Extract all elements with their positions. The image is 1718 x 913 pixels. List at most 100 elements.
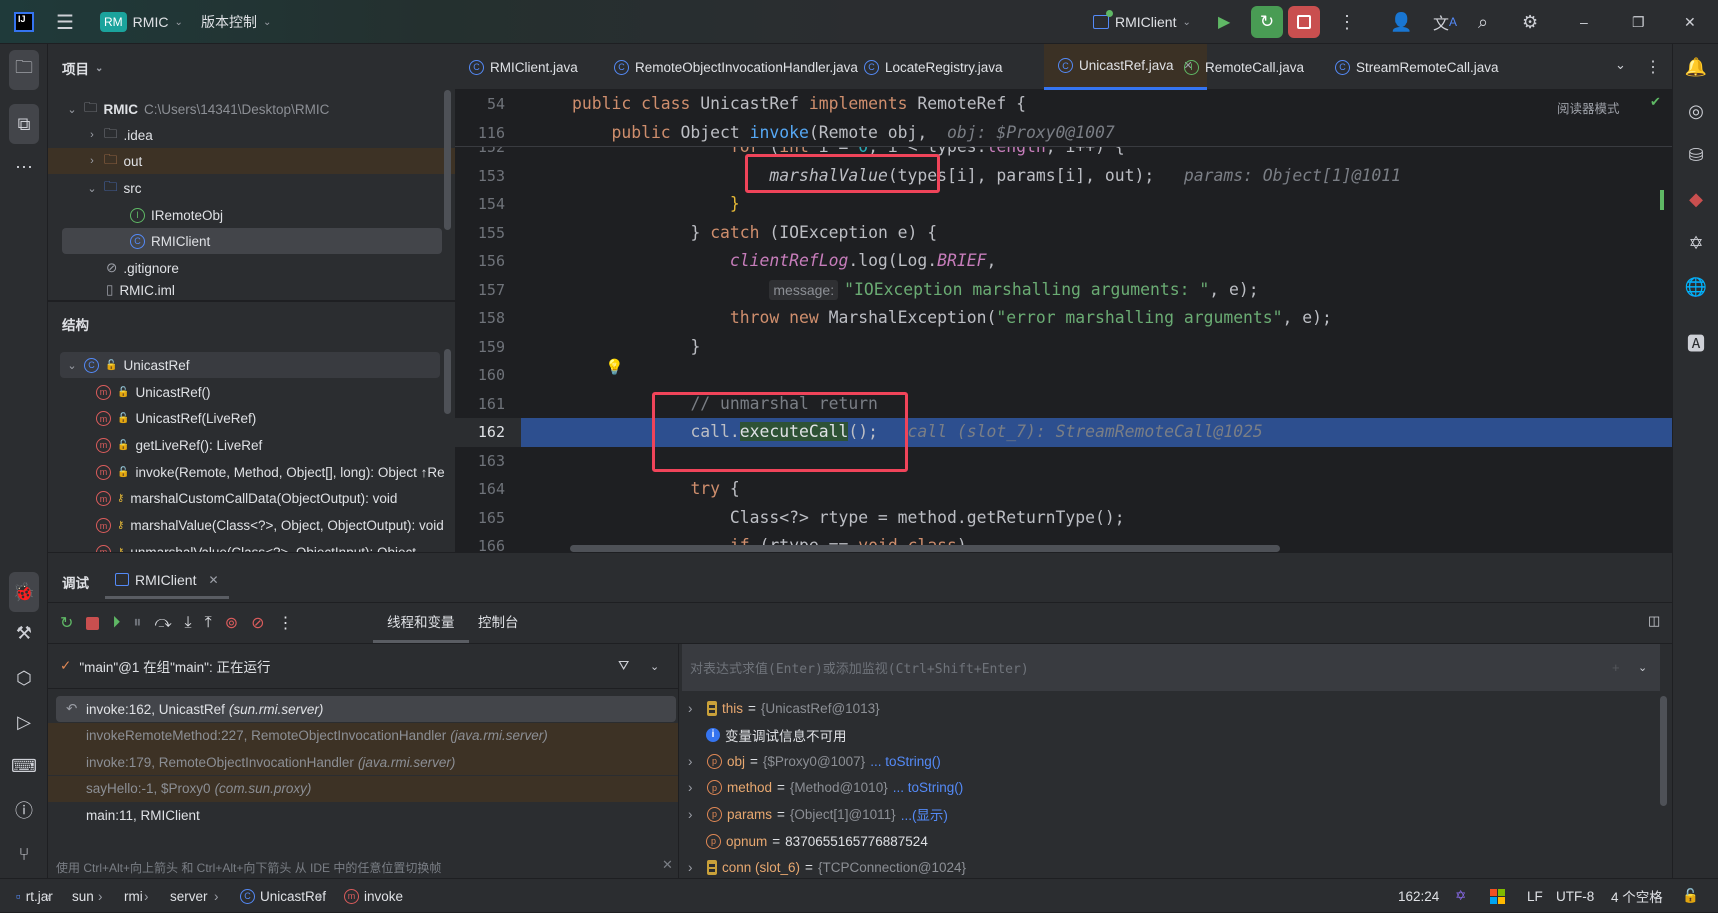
close-hint-icon[interactable]: ✕ [662,857,673,873]
translate-icon[interactable]: 文A [1433,10,1457,34]
tab-remoteobjectinvocationhandler-java[interactable]: C RemoteObjectInvocationHandler.java [600,44,872,90]
filter-icon[interactable]: ⛛ [618,658,629,674]
more-tools-icon[interactable]: ⋯ [9,152,39,182]
tree-item-root[interactable]: ⌄ 🗀 RMIC C:\Users\14341\Desktop\RMIC [66,96,329,122]
structure-member[interactable]: m 🔓 UnicastRef() [96,379,210,405]
stop-button[interactable] [1288,6,1320,38]
chevron-right-icon[interactable]: › [688,701,702,716]
structure-member[interactable]: m 🔓 invoke(Remote, Method, Object[], long)… [96,459,445,485]
project-switcher[interactable]: RM RMIC ⌄ [100,0,183,44]
breadcrumb-item[interactable]: rmi [124,879,143,913]
view-breakpoints-icon[interactable]: ⊚ [225,613,238,633]
line-number[interactable]: 156 [455,247,505,276]
add-watch-icon[interactable]: + [1612,660,1620,675]
tree-item-rmiclient[interactable]: C RMIClient [62,228,442,254]
line-number[interactable]: 160 [455,361,505,390]
line-number[interactable]: 152 [455,147,505,162]
stack-frame[interactable]: invoke:179, RemoteObjectInvocationHandle… [48,749,678,776]
step-into-icon[interactable]: ⤓ [185,614,192,632]
structure-icon[interactable]: ⧉ [9,104,39,144]
run-config-selector[interactable]: RMIClient ⌄ [1093,0,1191,44]
tab-remotecall-java[interactable]: I RemoteCall.java [1170,44,1318,90]
vcs-menu[interactable]: 版本控制 ⌄ [201,0,271,44]
line-number[interactable]: 54 [455,90,505,119]
line-number[interactable]: 155 [455,219,505,248]
variable-row[interactable]: › conn (slot_6) = {TCPConnection@1024} [688,855,966,879]
tree-item-src[interactable]: ⌄ 🗀 src [86,175,141,201]
services-icon[interactable]: ⬡ [9,663,39,693]
tab-rmiclient-java[interactable]: C RMIClient.java [455,44,592,90]
variable-row[interactable]: p opnum = 8370655165776887524 [706,828,928,854]
tree-item-idea[interactable]: › 🗀 .idea [86,122,153,148]
terminal-icon[interactable]: ⌨ [9,751,39,781]
structure-member[interactable]: m ⚷ marshalCustomCallData(ObjectOutput): v… [96,486,397,512]
tab-threads-variables[interactable]: 线程和变量 [373,610,469,643]
rerun-debug-button[interactable]: ↻ [1251,6,1283,38]
line-number[interactable]: 159 [455,333,505,362]
gear-icon[interactable]: ⚙ [1522,12,1538,33]
tree-item-gitignore[interactable]: ⊘ .gitignore [106,255,179,281]
breadcrumb-item[interactable]: sun [72,879,94,913]
translate-plugin-icon[interactable]: ✡ [1681,228,1711,258]
chevron-right-icon[interactable]: › [688,780,702,795]
evaluate-expression-input[interactable]: 对表达式求值(Enter)或添加监视(Ctrl+Shift+Enter) + ⌄ [682,644,1660,691]
tree-item-out[interactable]: › 🗀 out [48,148,455,174]
code-editor[interactable]: 54 public class UnicastRef implements Rem… [455,90,1672,552]
minimize-button[interactable]: – [1580,14,1588,30]
tabs-dropdown-icon[interactable]: ⌄ [1615,57,1626,73]
tree-item-iml[interactable]: ▯ RMIC.iml [106,281,175,299]
stack-frame[interactable]: main:11, RMIClient [56,802,676,828]
readonly-lock-icon[interactable]: 🔓 [1682,879,1699,913]
globe-icon[interactable]: 🌐 [1681,272,1711,302]
line-number[interactable]: 153 [455,162,505,191]
horizontal-scrollbar[interactable] [570,545,1280,552]
resume-icon[interactable]: ▶ [1218,12,1230,32]
chevron-right-icon[interactable]: › [688,807,702,822]
rerun-icon[interactable]: ↻ [60,613,73,633]
indent-setting[interactable]: 4 个空格 [1611,879,1663,913]
mute-breakpoints-icon[interactable]: ⊘ [251,613,264,633]
git-branch-icon[interactable]: ⑂ [9,839,39,869]
tab-streamremotecall-java[interactable]: C StreamRemoteCall.java [1321,44,1513,90]
database-icon[interactable]: ⛁ [1681,140,1711,170]
line-number[interactable]: 116 [455,119,505,148]
caret-position[interactable]: 162:24 [1398,879,1439,913]
line-number[interactable]: 157 [455,276,505,305]
stack-frame[interactable]: invokeRemoteMethod:227, RemoteObjectInvo… [48,722,678,749]
variable-row[interactable]: › this = {UnicastRef@1013} [688,695,880,721]
debug-bug-icon[interactable]: 🐞 [9,572,39,612]
notifications-bell-icon[interactable]: 🔔 [1681,52,1711,82]
more-icon[interactable]: ⋮ [1338,12,1356,33]
build-hammer-icon[interactable]: ⚒ [9,618,39,648]
chevron-right-icon[interactable]: › [688,754,702,769]
line-number[interactable]: 158 [455,304,505,333]
resume-program-icon[interactable]: ⏵ [112,614,120,632]
to-string-link[interactable]: ... toString() [870,754,941,769]
text-panel-icon[interactable]: 🅰 [1681,328,1711,358]
variable-row[interactable]: i 变量调试信息不可用 [706,722,847,748]
structure-member[interactable]: m 🔓 getLiveRef(): LiveRef [96,432,262,458]
windows-icon[interactable] [1490,879,1505,913]
breadcrumb-item[interactable]: C UnicastRef [240,879,326,913]
structure-member[interactable]: m 🔓 UnicastRef(LiveRef) [96,406,256,432]
line-number[interactable]: 165 [455,504,505,533]
stop-icon[interactable] [86,616,100,630]
close-window-button[interactable]: ✕ [1684,14,1696,31]
variable-row[interactable]: › p params = {Object[1]@1011} ...(显示) [688,801,948,827]
vertical-scrollbar[interactable] [1660,190,1664,210]
to-string-link[interactable]: ... toString() [893,780,964,795]
line-number[interactable]: 166 [455,532,505,552]
scrollbar[interactable] [444,90,451,230]
stack-frame[interactable]: sayHello:-1, $Proxy0 (com.sun.proxy) [48,775,678,802]
plugin-icon[interactable]: ◆ [1681,184,1711,214]
project-folder-icon[interactable]: 🗀 [9,50,39,90]
thread-selector[interactable]: ✓ "main"@1 在组"main": 正在运行 ⛛ ⌄ [48,644,678,689]
close-tab-icon[interactable]: ✕ [208,573,218,587]
line-number[interactable]: 161 [455,390,505,419]
ai-assistant-icon[interactable]: ◎ [1681,96,1711,126]
problems-icon[interactable]: ⓘ [9,795,39,825]
line-number[interactable]: 163 [455,447,505,476]
scrollbar[interactable] [444,349,451,414]
structure-member[interactable]: m ⚷ marshalValue(Class<?>, Object, ObjectO… [96,513,444,539]
breadcrumb-item[interactable]: m invoke [344,879,403,913]
